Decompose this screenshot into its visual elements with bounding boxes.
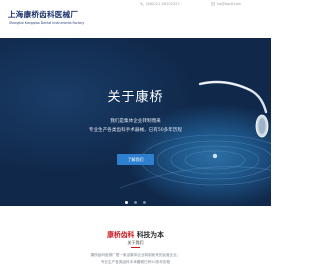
section-underline: [131, 247, 140, 248]
section-title: 康桥齿科 科技为本: [0, 229, 271, 239]
hero-description-line1: 我们是集体企业转制而来: [110, 119, 161, 124]
email-contact: kq@kqdf.com: [211, 2, 241, 6]
carousel-dot-2[interactable]: [134, 201, 137, 204]
hero-banner: 关于康桥 我们是集体企业转制而来 专业生产各类齿科手术器械，已有50多年历程 了…: [0, 38, 271, 206]
hero-description-line2: 专业生产各类齿科手术器械，已有50多年历程: [88, 128, 183, 133]
phone-icon: [140, 2, 144, 6]
carousel-dot-3[interactable]: [143, 201, 146, 204]
logo-chinese-name: 上海康桥齿科医械厂: [8, 10, 79, 19]
section-title-rest: 科技为本: [136, 231, 164, 239]
mail-icon: [211, 2, 215, 6]
hero-title: 关于康桥: [107, 90, 164, 105]
phone-number: (86)021-56102327: [146, 2, 180, 6]
section-subtitle: 关于我们: [127, 240, 144, 245]
carousel-indicators: [0, 201, 271, 204]
learn-more-button[interactable]: 了解我们: [117, 154, 154, 165]
site-header: 上海康桥齿科医械厂 Shanghai Kangqiao Dental Instr…: [0, 0, 271, 38]
section-title-brand: 康桥齿科: [107, 231, 135, 239]
carousel-dot-1[interactable]: [125, 201, 128, 204]
phone-contact: (86)021-56102327: [140, 2, 180, 6]
logo-english-name: Shanghai Kangqiao Dental Instruments Fac…: [9, 21, 85, 25]
about-paragraph-line1: 康桥齿科医械厂是一家由集体企业转制而来的民营企业，: [90, 253, 181, 257]
email-address: kq@kqdf.com: [217, 2, 242, 6]
about-paragraph-line2: 专业生产各类齿科手术器械已有50多年历程: [100, 260, 171, 264]
